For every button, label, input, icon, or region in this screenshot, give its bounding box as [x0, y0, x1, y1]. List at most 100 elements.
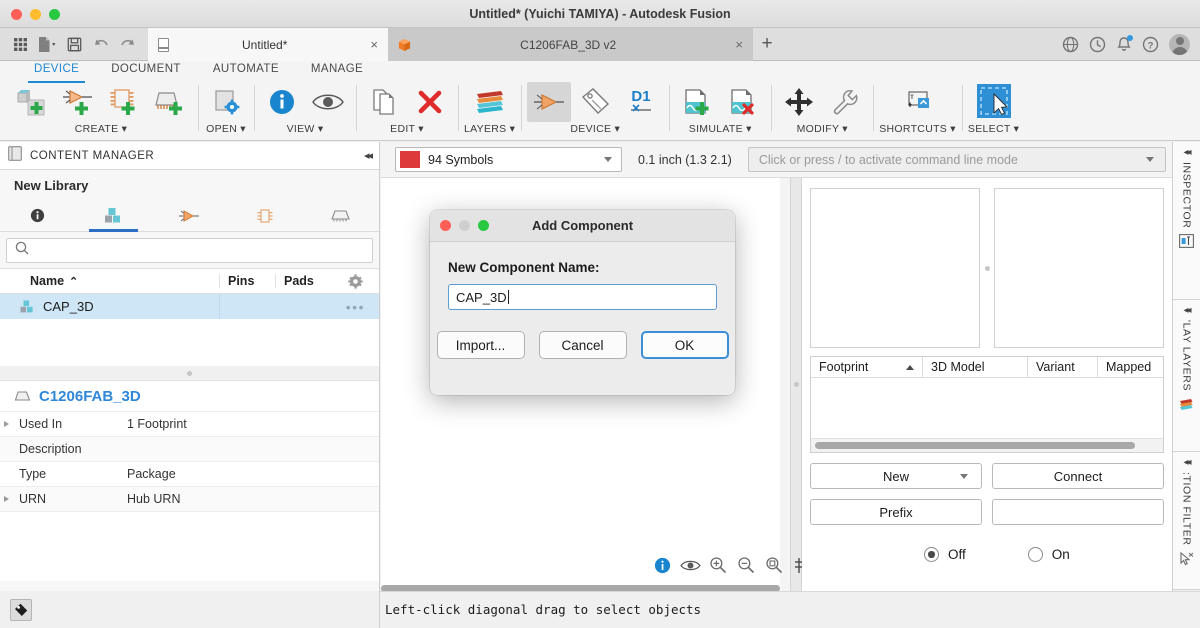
component-name-input[interactable]: CAP_3D: [448, 284, 717, 310]
help-icon[interactable]: ?: [1142, 36, 1159, 53]
preview-splitter[interactable]: [980, 265, 994, 271]
open-settings-icon[interactable]: [204, 82, 248, 122]
ribbon-tab-document[interactable]: DOCUMENT: [95, 61, 197, 82]
search-input[interactable]: [36, 243, 364, 258]
radio-off-dot[interactable]: [924, 547, 939, 562]
column-header-pads[interactable]: Pads: [275, 274, 343, 288]
expand-triangle-icon[interactable]: [4, 421, 9, 427]
add-symbol-icon[interactable]: [56, 82, 100, 122]
detail-row-type[interactable]: Type Package: [0, 461, 379, 486]
remove-simulation-icon[interactable]: [721, 82, 765, 122]
layers-icon[interactable]: [468, 82, 512, 122]
info-icon[interactable]: [650, 553, 674, 577]
add-simulation-icon[interactable]: [675, 82, 719, 122]
panel-splitter[interactable]: [0, 366, 379, 380]
cancel-button[interactable]: Cancel: [538, 331, 627, 359]
column-header-variant[interactable]: Variant: [1028, 356, 1098, 378]
column-header-3d-model[interactable]: 3D Model: [923, 356, 1028, 378]
eye-icon[interactable]: [306, 82, 350, 122]
footprint-table-hscrollbar[interactable]: [811, 438, 1163, 452]
layer-selector[interactable]: 94 Symbols: [395, 147, 622, 172]
undo-icon[interactable]: [89, 32, 113, 56]
tag-icon[interactable]: [10, 598, 32, 621]
symbol-preview[interactable]: [810, 188, 981, 348]
wrench-icon[interactable]: [823, 82, 867, 122]
collapse-icon[interactable]: ◂◂: [1183, 147, 1191, 158]
column-header-footprint[interactable]: Footprint: [811, 356, 923, 378]
delete-icon[interactable]: [408, 82, 452, 122]
detail-row-description[interactable]: Description: [0, 436, 379, 461]
info-icon[interactable]: [260, 82, 304, 122]
prefix-value-field[interactable]: [992, 499, 1164, 525]
tag-icon[interactable]: [573, 82, 617, 122]
tab-c1206fab3d[interactable]: C1206FAB_3D v2 ×: [388, 28, 753, 61]
add-device-icon[interactable]: [102, 82, 146, 122]
canvas-vertical-scrollbar[interactable]: [780, 178, 790, 591]
packages-tab-icon[interactable]: [76, 200, 152, 232]
command-line-input[interactable]: Click or press / to activate command lin…: [747, 147, 1166, 172]
row-more-button[interactable]: •••: [343, 299, 379, 315]
close-icon[interactable]: ×: [735, 37, 743, 52]
column-header-pins[interactable]: Pins: [219, 274, 275, 288]
eye-icon[interactable]: [678, 553, 702, 577]
detail-row-urn[interactable]: URN Hub URN: [0, 486, 379, 511]
devices-tab-icon[interactable]: [227, 200, 303, 232]
zoom-fit-icon[interactable]: [762, 553, 786, 577]
symbols-tab-icon[interactable]: [152, 200, 228, 232]
save-icon[interactable]: [62, 32, 86, 56]
dock-inspector[interactable]: ◂◂ INSPECTOR: [1173, 142, 1200, 300]
zoom-out-icon[interactable]: [734, 553, 758, 577]
footprint-preview[interactable]: [993, 188, 1164, 348]
ok-button[interactable]: OK: [640, 331, 729, 359]
scrollbar-thumb[interactable]: [815, 442, 1135, 449]
import-button[interactable]: Import...: [436, 331, 525, 359]
canvas-right-splitter[interactable]: [790, 178, 802, 591]
collapse-panel-button[interactable]: ◂◂: [364, 149, 373, 162]
zoom-in-icon[interactable]: [706, 553, 730, 577]
select-icon[interactable]: [972, 82, 1016, 122]
add-package-icon[interactable]: [10, 82, 54, 122]
move-icon[interactable]: [777, 82, 821, 122]
column-header-name[interactable]: Name ⌃: [0, 274, 219, 288]
copy-icon[interactable]: [362, 82, 406, 122]
history-icon[interactable]: [1089, 36, 1106, 53]
shortcuts-icon[interactable]: [896, 82, 940, 122]
display-layers-icon[interactable]: [1178, 397, 1195, 417]
connect-button[interactable]: Connect: [992, 463, 1164, 489]
dialog-maximize-button[interactable]: [478, 220, 489, 231]
ribbon-tab-automate[interactable]: AUTOMATE: [197, 61, 295, 82]
grid-icon[interactable]: [8, 32, 32, 56]
expand-triangle-icon[interactable]: [4, 496, 9, 502]
packages3d-tab-icon[interactable]: [303, 200, 379, 232]
new-document-icon[interactable]: [35, 32, 59, 56]
column-header-mapped[interactable]: Mapped: [1098, 357, 1163, 378]
collapse-icon[interactable]: ◂◂: [1183, 305, 1191, 316]
dock-selection-filter[interactable]: ◂◂ :TION FILTER: [1173, 452, 1200, 590]
new-button[interactable]: New: [810, 463, 982, 489]
close-icon[interactable]: ×: [370, 37, 378, 52]
column-settings-button[interactable]: [343, 273, 379, 289]
ribbon-tab-device[interactable]: DEVICE: [18, 61, 95, 83]
radio-off[interactable]: Off: [924, 547, 966, 562]
detail-row-used-in[interactable]: Used In 1 Footprint: [0, 411, 379, 436]
chevron-down-icon[interactable]: [1146, 157, 1154, 162]
symbol-icon[interactable]: [527, 82, 572, 122]
new-tab-button[interactable]: +: [753, 28, 781, 60]
ribbon-tab-manage[interactable]: MANAGE: [295, 61, 379, 82]
collapse-icon[interactable]: ◂◂: [1183, 457, 1191, 468]
dialog-close-button[interactable]: [440, 220, 451, 231]
bell-icon[interactable]: [1116, 34, 1133, 53]
avatar[interactable]: [1169, 33, 1190, 55]
d1-icon[interactable]: D1: [619, 82, 663, 122]
radio-on[interactable]: On: [1027, 547, 1070, 562]
info-tab-icon[interactable]: [0, 200, 76, 232]
selection-filter-icon[interactable]: [1179, 551, 1195, 572]
radio-on-dot[interactable]: [1027, 547, 1043, 562]
table-row[interactable]: CAP_3D •••: [0, 294, 379, 319]
globe-icon[interactable]: [1062, 36, 1079, 53]
search-box[interactable]: [6, 238, 373, 263]
dock-display-layers[interactable]: ◂◂ 'LAY LAYERS: [1173, 300, 1200, 452]
redo-icon[interactable]: [116, 32, 140, 56]
tab-untitled[interactable]: Untitled* ×: [148, 28, 388, 61]
prefix-button[interactable]: Prefix: [810, 499, 982, 525]
